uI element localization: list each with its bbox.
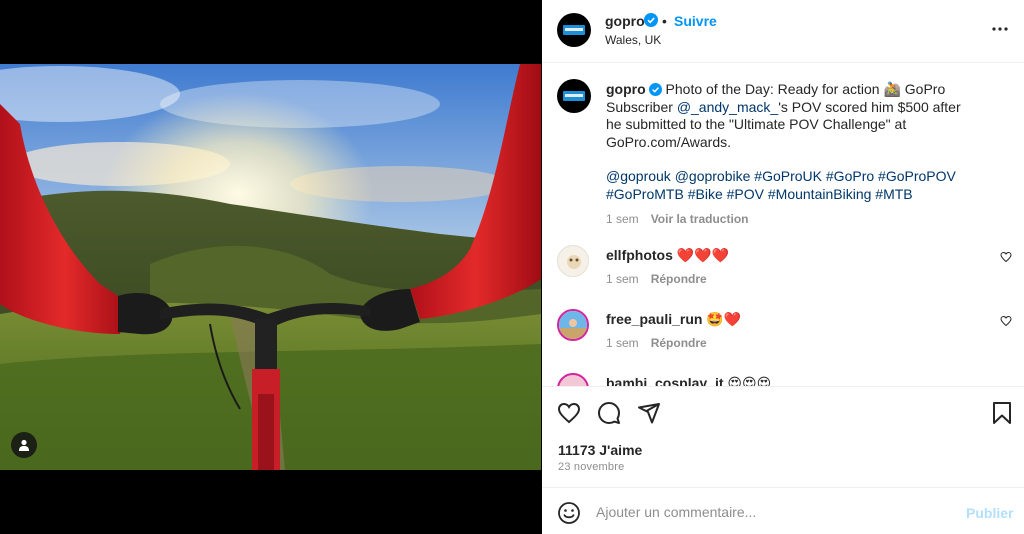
caption-meta: 1 sem Voir la traduction bbox=[606, 211, 966, 229]
reply-button[interactable]: Répondre bbox=[651, 272, 707, 286]
instagram-post-view: gopro • Suivre Wales, UK gopro Photo of … bbox=[0, 0, 1024, 534]
comment-time: 1 sem bbox=[606, 272, 639, 286]
post-media bbox=[0, 0, 541, 534]
more-options-button[interactable] bbox=[991, 20, 1009, 38]
more-options-icon bbox=[992, 27, 1008, 31]
tagged-users-button[interactable] bbox=[11, 432, 37, 458]
comment-item: bambi_cosplay_it 😍😍😍 bbox=[557, 373, 1012, 386]
like-comment-heart-icon[interactable] bbox=[1000, 315, 1012, 327]
gopro-logo-icon bbox=[563, 25, 585, 35]
share-send-icon[interactable] bbox=[637, 401, 661, 425]
like-heart-icon[interactable] bbox=[557, 401, 581, 425]
comment-text: free_pauli_run 🤩❤️ bbox=[606, 311, 741, 328]
post-date: 23 novembre bbox=[558, 461, 625, 473]
comment-bubble-icon[interactable] bbox=[597, 401, 621, 425]
caption-username[interactable]: gopro bbox=[606, 81, 646, 97]
hashtag-link[interactable]: #MountainBiking bbox=[768, 186, 872, 202]
verified-badge-icon bbox=[644, 13, 658, 27]
caption-hashtags: @goprouk @goprobike #GoProUK #GoPro #GoP… bbox=[606, 168, 966, 203]
comment-composer: Publier bbox=[542, 487, 1024, 534]
post-details-panel: gopro • Suivre Wales, UK gopro Photo of … bbox=[542, 0, 1024, 534]
caption-time: 1 sem bbox=[606, 212, 639, 226]
ellf-avatar-icon bbox=[558, 246, 588, 276]
avatar[interactable] bbox=[557, 13, 591, 47]
hashtag-link[interactable]: #GoProMTB bbox=[606, 186, 684, 202]
comment-text: ellfphotos ❤️❤️❤️ bbox=[606, 247, 729, 264]
comment-item: ellfphotos ❤️❤️❤️ 1 sem Répondre bbox=[557, 245, 1012, 295]
comment-item: free_pauli_run 🤩❤️ 1 sem Répondre bbox=[557, 309, 1012, 359]
post-header: gopro • Suivre Wales, UK bbox=[542, 0, 1024, 63]
comment-meta: 1 sem Répondre bbox=[606, 336, 707, 350]
comment-username[interactable]: bambi_cosplay_it bbox=[606, 375, 724, 386]
hashtag-link[interactable]: @goprouk bbox=[606, 168, 671, 184]
separator-dot: • bbox=[662, 13, 667, 29]
comment-time: 1 sem bbox=[606, 336, 639, 350]
like-comment-heart-icon[interactable] bbox=[1000, 251, 1012, 263]
avatar[interactable] bbox=[557, 79, 591, 113]
hashtag-link[interactable]: #GoPro bbox=[826, 168, 874, 184]
hashtag-link[interactable]: #Bike bbox=[688, 186, 723, 202]
follow-button[interactable]: Suivre bbox=[674, 13, 717, 29]
comment-username[interactable]: ellfphotos bbox=[606, 247, 673, 263]
caption-mention-link[interactable]: @_andy_mack_ bbox=[677, 99, 778, 115]
likes-count[interactable]: 11173 J'aime bbox=[558, 442, 642, 458]
comment-meta: 1 sem Répondre bbox=[606, 272, 707, 286]
hashtag-link[interactable]: @goprobike bbox=[675, 168, 751, 184]
post-actions: 11173 J'aime 23 novembre bbox=[542, 386, 1024, 487]
comment-username[interactable]: free_pauli_run bbox=[606, 311, 702, 327]
comments-scroll-area[interactable]: gopro Photo of the Day: Ready for action… bbox=[542, 64, 1024, 386]
verified-badge-icon bbox=[648, 83, 662, 96]
avatar[interactable] bbox=[557, 309, 589, 341]
comment-body: ❤️❤️❤️ bbox=[676, 247, 730, 263]
mtb-pov-photo bbox=[0, 64, 541, 470]
post-location[interactable]: Wales, UK bbox=[605, 33, 661, 47]
comment-input[interactable] bbox=[596, 500, 956, 524]
hashtag-link[interactable]: #GoProPOV bbox=[878, 168, 956, 184]
post-photo[interactable] bbox=[0, 64, 541, 470]
hashtag-link[interactable]: #MTB bbox=[875, 186, 912, 202]
hashtag-link[interactable]: #POV bbox=[727, 186, 764, 202]
see-translation-button[interactable]: Voir la traduction bbox=[651, 212, 749, 226]
publish-button[interactable]: Publier bbox=[966, 505, 1013, 521]
gopro-logo-icon bbox=[563, 91, 585, 101]
comment-body: 😍😍😍 bbox=[727, 375, 772, 386]
avatar[interactable] bbox=[557, 373, 589, 386]
post-author-username[interactable]: gopro bbox=[605, 13, 645, 29]
caption-text: gopro Photo of the Day: Ready for action… bbox=[606, 81, 966, 229]
free-pauli-avatar-icon bbox=[559, 311, 587, 339]
user-icon bbox=[19, 439, 29, 451]
reply-button[interactable]: Répondre bbox=[651, 336, 707, 350]
emoji-icon[interactable] bbox=[557, 501, 581, 525]
comment-text: bambi_cosplay_it 😍😍😍 bbox=[606, 375, 771, 386]
save-bookmark-icon[interactable] bbox=[990, 401, 1014, 425]
avatar[interactable] bbox=[557, 245, 589, 277]
comment-body: 🤩❤️ bbox=[706, 311, 742, 327]
hashtag-link[interactable]: #GoProUK bbox=[754, 168, 822, 184]
